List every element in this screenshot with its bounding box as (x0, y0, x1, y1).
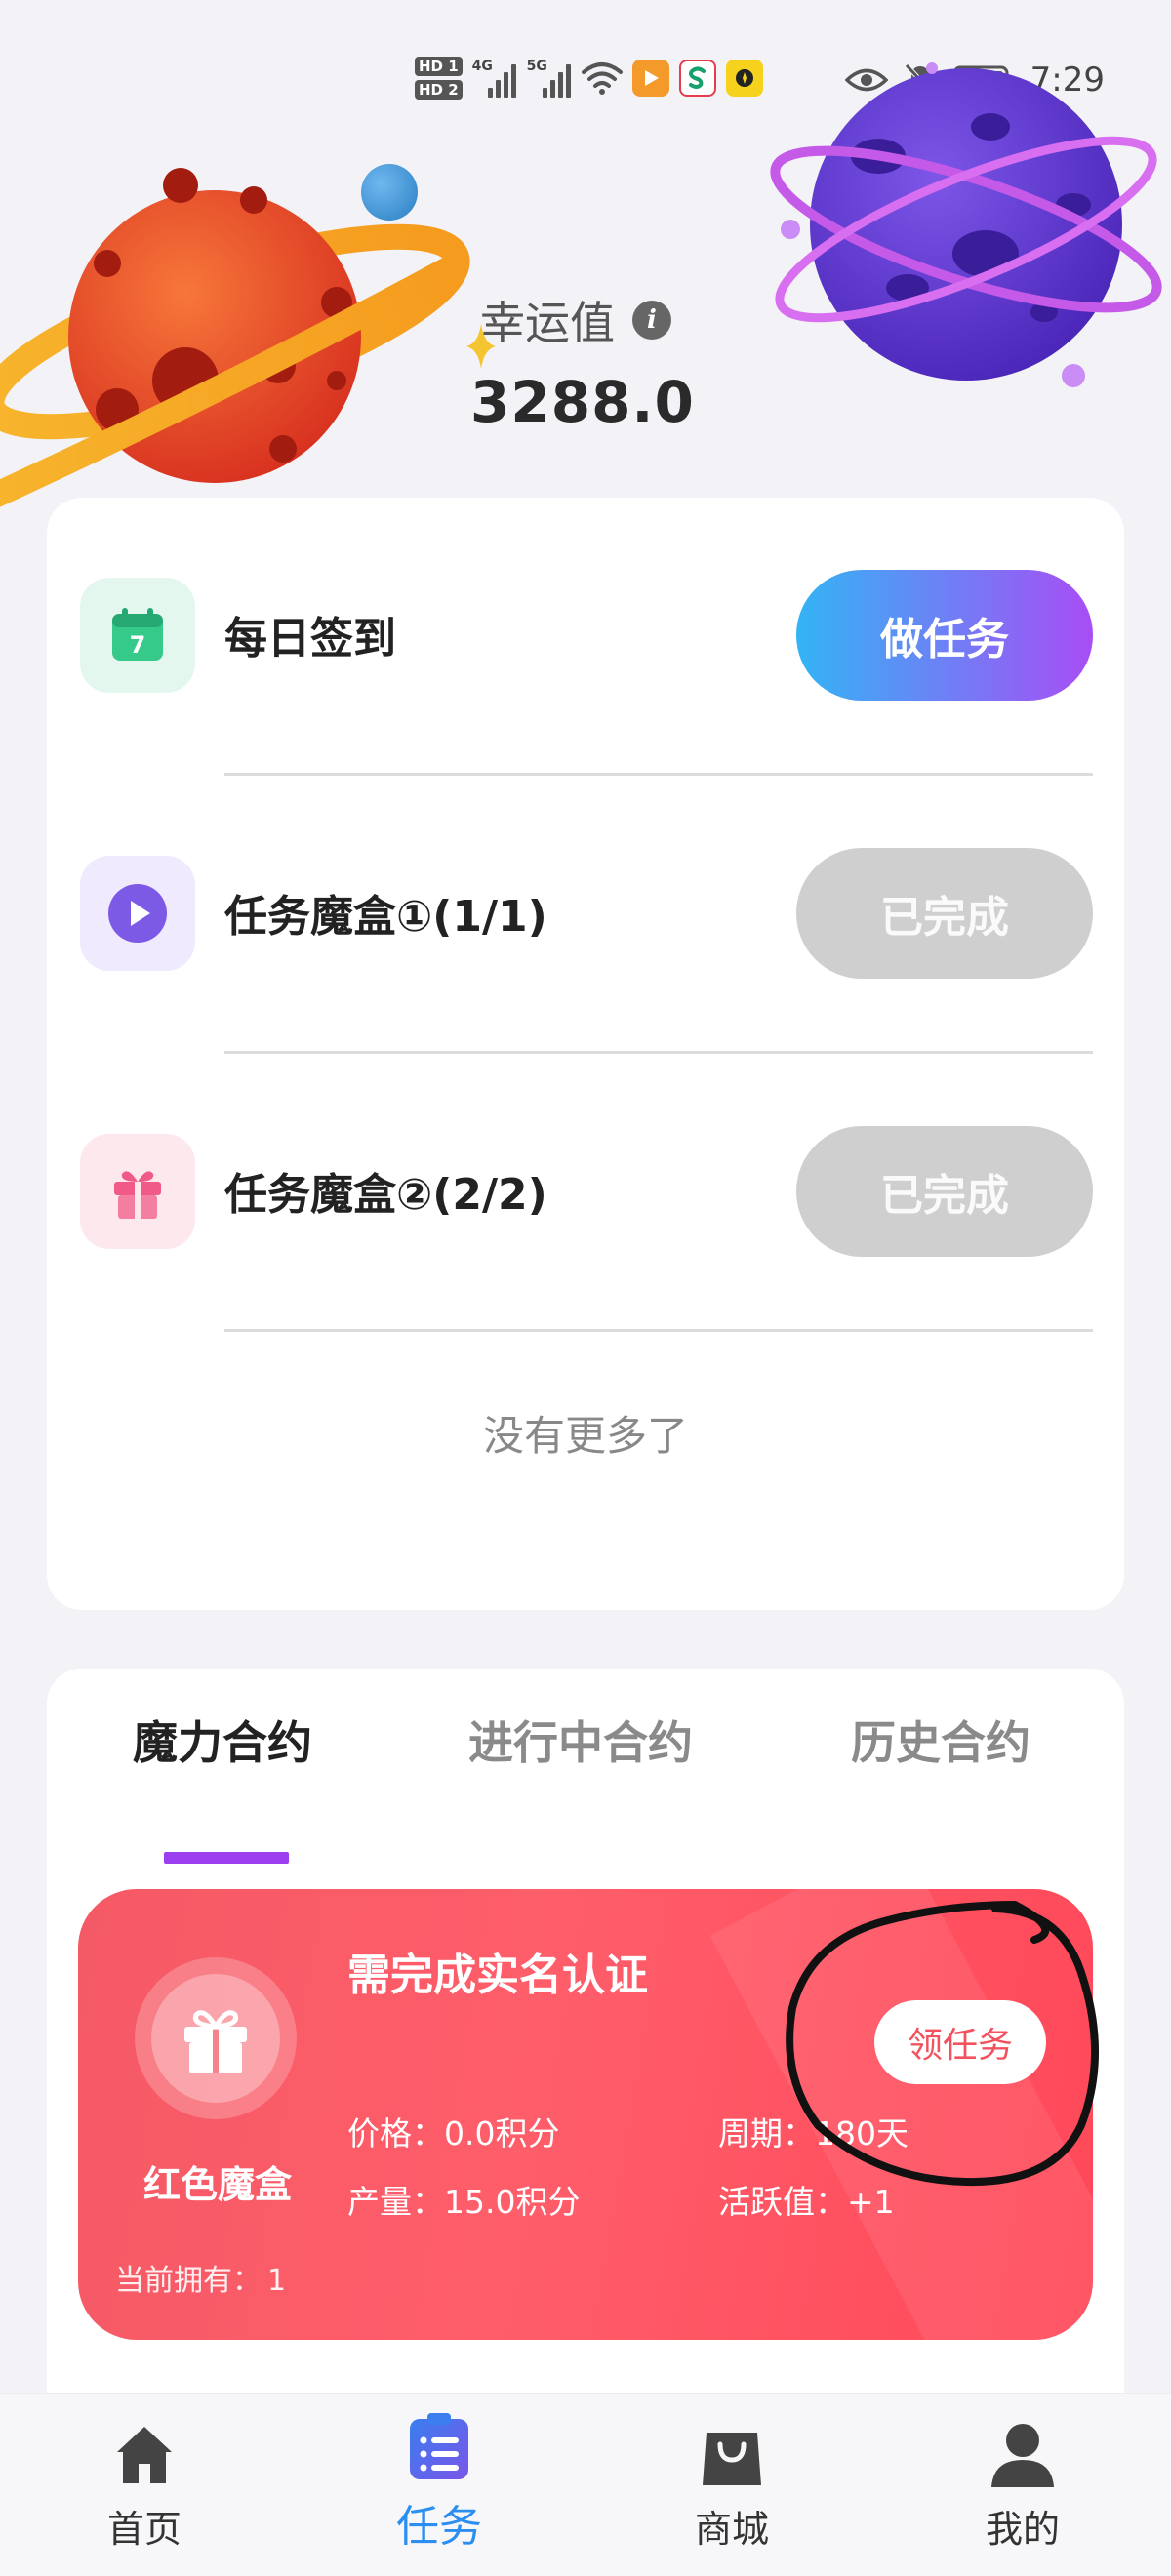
calendar-icon-day: 7 (130, 631, 146, 659)
no-more-text: 没有更多了 (482, 1412, 688, 1460)
shop-app-notification-icon (678, 60, 716, 97)
signal-5g-icon: 5G (527, 57, 572, 100)
box-name: 红色魔盒 (142, 2163, 292, 2206)
luck-value-label: 幸运值 i (480, 288, 671, 352)
tab-ongoing-contract[interactable]: 进行中合约 (468, 1708, 693, 1772)
reward-app-notification-icon (725, 60, 763, 97)
owned-label: 当前拥有： (115, 2264, 262, 2298)
task-list-card: 7 每日签到 做任务 任务魔盒①(1/1) 已完成 任务魔盒②(2/2) 已完成… (47, 498, 1124, 1610)
orange-planet-illustration (0, 168, 470, 507)
red-magic-box-card[interactable]: 红色魔盒 当前拥有： 1 需完成实名认证 领任务 价格：0.0积分 周期：180天… (78, 1889, 1093, 2340)
hd-badges: HD 1 HD 2 (415, 57, 463, 100)
claim-task-button[interactable]: 领任务 (874, 2000, 1046, 2084)
task-row-magic-box-1: 任务魔盒①(1/1) 已完成 (47, 776, 1124, 1054)
luck-label-text: 幸运值 (480, 297, 615, 349)
owned-count: 当前拥有： 1 (115, 2256, 286, 2299)
activity-stat: 活跃值：+1 (718, 2183, 895, 2221)
nav-label: 任务 (396, 2502, 482, 2552)
tab-magic-contract[interactable]: 魔力合约 (133, 1708, 312, 1772)
luck-value: 3288.0 (470, 369, 695, 435)
active-tab-indicator (164, 1852, 289, 1864)
task-title: 每日签到 (224, 614, 396, 664)
purple-planet-illustration (770, 62, 1162, 387)
do-task-button[interactable]: 做任务 (796, 570, 1093, 701)
price-stat: 价格：0.0积分 (347, 2114, 560, 2153)
calendar-icon: 7 (80, 578, 195, 693)
profile-icon (991, 2424, 1054, 2487)
signal-4g-icon: 4G (472, 57, 517, 100)
nav-profile[interactable]: 我的 (945, 2419, 1101, 2553)
video-app-notification-icon (631, 60, 669, 97)
nav-home[interactable]: 首页 (66, 2419, 222, 2553)
nav-label: 商城 (694, 2508, 769, 2551)
task-title: 任务魔盒①(1/1) (224, 892, 547, 942)
contract-tabs: 魔力合约 进行中合约 历史合约 (47, 1708, 1124, 1864)
tab-history-contract[interactable]: 历史合约 (851, 1708, 1030, 1772)
hd2-badge: HD 2 (415, 80, 463, 100)
shopping-bag-icon (703, 2433, 761, 2485)
box-title: 需完成实名认证 (347, 1951, 648, 2000)
task-row-daily-checkin: 7 每日签到 做任务 (47, 498, 1124, 776)
hd1-badge: HD 1 (415, 57, 463, 76)
nav-tasks[interactable]: 任务 (361, 2411, 517, 2554)
wifi-icon (581, 62, 623, 95)
divider (224, 1329, 1093, 1332)
completed-button[interactable]: 已完成 (796, 848, 1093, 979)
status-bar-left: HD 1 HD 2 4G 5G (415, 57, 763, 100)
task-title: 任务魔盒②(2/2) (224, 1170, 547, 1220)
owned-value: 1 (267, 2264, 287, 2298)
nav-shop[interactable]: 商城 (654, 2419, 810, 2553)
period-stat: 周期：180天 (718, 2114, 909, 2153)
gift-box-icon (135, 1957, 297, 2119)
task-row-magic-box-2: 任务魔盒②(2/2) 已完成 (47, 1054, 1124, 1332)
gift-icon (80, 1134, 195, 1249)
bottom-navigation: 首页 任务 商城 我的 (0, 2393, 1171, 2576)
info-icon[interactable]: i (632, 301, 671, 340)
task-list-icon (410, 2413, 468, 2479)
home-icon (117, 2427, 172, 2483)
nav-label: 我的 (985, 2508, 1060, 2551)
output-stat: 产量：15.0积分 (347, 2183, 581, 2221)
completed-button[interactable]: 已完成 (796, 1126, 1093, 1257)
nav-label: 首页 (106, 2508, 182, 2551)
play-icon (80, 856, 195, 971)
